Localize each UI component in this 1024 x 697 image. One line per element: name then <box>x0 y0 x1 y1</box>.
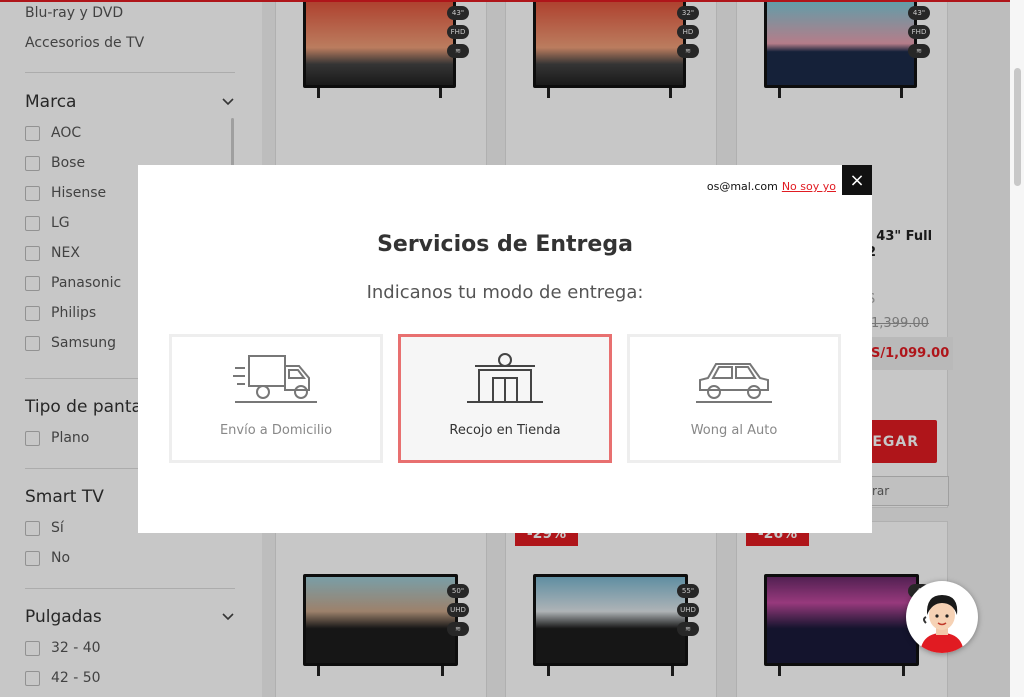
delivery-option-label: Envío a Domicilio <box>219 423 333 438</box>
chat-assistant-button[interactable] <box>906 581 978 653</box>
delivery-truck-icon <box>233 355 317 403</box>
close-button[interactable]: × <box>842 165 872 195</box>
delivery-option-home[interactable]: Envío a Domicilio <box>169 334 383 463</box>
store-icon <box>467 353 543 403</box>
not-me-link[interactable]: No soy yo <box>782 180 836 193</box>
page-scrollbar-thumb[interactable] <box>1014 68 1021 186</box>
modal-title: Servicios de Entrega <box>377 232 633 257</box>
user-email: os@mal.com <box>706 180 778 193</box>
delivery-option-car[interactable]: Wong al Auto <box>627 334 841 463</box>
delivery-option-label: Wong al Auto <box>690 423 778 438</box>
delivery-option-store-pickup[interactable]: Recojo en Tienda <box>398 334 612 463</box>
car-icon <box>696 363 772 403</box>
delivery-services-modal: os@mal.com No soy yo × Servicios de Entr… <box>138 165 872 533</box>
assistant-avatar-icon <box>920 595 964 653</box>
delivery-option-label: Recojo en Tienda <box>449 423 561 438</box>
user-session: os@mal.com No soy yo <box>707 180 836 193</box>
modal-subtitle: Indicanos tu modo de entrega: <box>366 282 644 303</box>
